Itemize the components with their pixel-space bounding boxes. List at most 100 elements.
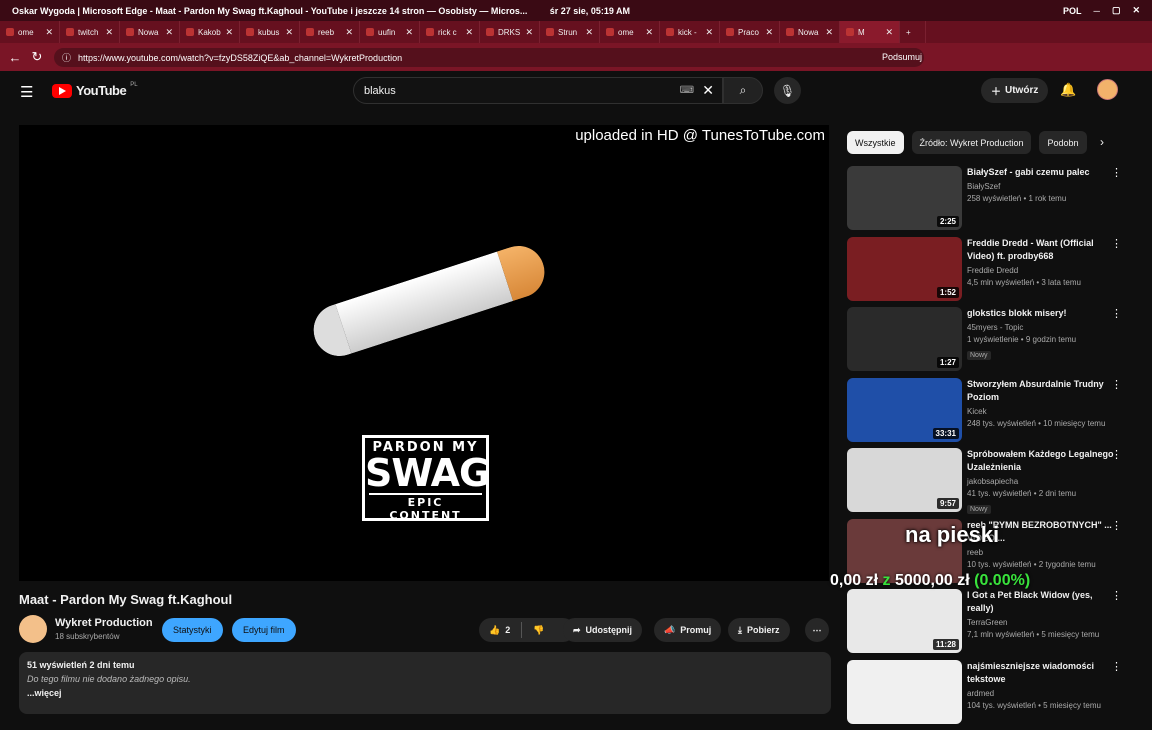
keyboard-icon[interactable]: ⌨ xyxy=(680,85,694,96)
tab-close-icon[interactable]: ✕ xyxy=(345,27,353,38)
browser-tab[interactable]: uufin✕ xyxy=(360,21,420,43)
dislike-icon[interactable]: 👎 xyxy=(533,625,544,636)
browser-tab[interactable]: reeb✕ xyxy=(300,21,360,43)
recommended-video[interactable]: 2:25 BiałySzef - gabi czemu palec BiałySze… xyxy=(847,166,1132,237)
like-icon[interactable]: 👍 xyxy=(489,625,500,636)
menu-icon[interactable]: ☰ xyxy=(20,83,33,101)
recommended-title[interactable]: najśmieszniejsze wiadomości tekstowe xyxy=(967,660,1117,686)
voice-search-button[interactable]: 🎙 xyxy=(774,77,801,104)
video-player[interactable]: uploaded in HD @ TunesToTube.com PARDON … xyxy=(19,125,829,581)
browser-tab[interactable]: M✕ xyxy=(840,21,900,43)
channel-name[interactable]: Wykret Production xyxy=(55,617,153,629)
tab-close-icon[interactable]: ✕ xyxy=(405,27,413,38)
description-box[interactable]: 51 wyświetleń 2 dni temu Do tego filmu n… xyxy=(19,652,831,714)
recommended-channel[interactable]: 45myers - Topic xyxy=(967,323,1117,332)
close-icon[interactable]: ✕ xyxy=(1132,5,1140,16)
browser-tab[interactable]: DRKS✕ xyxy=(480,21,540,43)
video-thumbnail[interactable]: 1:52 xyxy=(847,237,962,301)
channel-avatar[interactable] xyxy=(19,615,47,643)
tab-close-icon[interactable]: ✕ xyxy=(105,27,113,38)
account-avatar[interactable] xyxy=(1097,79,1118,100)
youtube-logo[interactable]: YouTube PL xyxy=(52,83,138,98)
clear-search-icon[interactable]: ✕ xyxy=(702,82,714,99)
recommended-meta: 248 tys. wyświetleń • 10 miesięcy temu xyxy=(967,419,1117,428)
summarize-button[interactable]: Podsumuj xyxy=(882,52,922,62)
tab-close-icon[interactable]: ✕ xyxy=(765,27,773,38)
recommended-channel[interactable]: TerraGreen xyxy=(967,618,1117,627)
recommended-channel[interactable]: BiałySzef xyxy=(967,182,1117,191)
new-tab-icon[interactable]: + xyxy=(900,21,926,43)
video-thumbnail[interactable]: 33:31 xyxy=(847,378,962,442)
browser-tab[interactable]: ome✕ xyxy=(600,21,660,43)
filter-chip[interactable]: Wszystkie xyxy=(847,131,904,154)
tab-close-icon[interactable]: ✕ xyxy=(165,27,173,38)
browser-tab[interactable]: ome✕ xyxy=(0,21,60,43)
more-options-icon[interactable]: ⋮ xyxy=(1111,237,1122,250)
recommended-video[interactable]: 9:57Spróbowałem Każdego Legalnego Uzależ… xyxy=(847,448,1132,519)
tab-close-icon[interactable]: ✕ xyxy=(825,27,833,38)
video-thumbnail[interactable] xyxy=(847,660,962,724)
browser-tab[interactable]: twitch✕ xyxy=(60,21,120,43)
share-button[interactable]: ➦Udostępnij xyxy=(563,618,642,642)
stats-button[interactable]: Statystyki xyxy=(162,618,223,642)
more-options-icon[interactable]: ⋮ xyxy=(1111,448,1122,461)
download-button[interactable]: ⤓Pobierz xyxy=(728,618,790,642)
recommended-title[interactable]: Freddie Dredd - Want (Official Video) ft… xyxy=(967,237,1117,263)
recommended-title[interactable]: Spróbowałem Każdego Legalnego Uzależnien… xyxy=(967,448,1117,474)
recommended-channel[interactable]: Freddie Dredd xyxy=(967,266,1117,275)
back-icon[interactable]: ← xyxy=(4,50,26,65)
browser-tab[interactable]: Nowa✕ xyxy=(780,21,840,43)
more-options-icon[interactable]: ⋮ xyxy=(1111,660,1122,673)
minimize-icon[interactable]: ─ xyxy=(1094,6,1100,16)
filter-chip[interactable]: Podobn xyxy=(1039,131,1086,154)
recommended-title[interactable]: BiałySzef - gabi czemu palec xyxy=(967,166,1117,179)
recommended-channel[interactable]: Kicek xyxy=(967,407,1117,416)
tab-close-icon[interactable]: ✕ xyxy=(285,27,293,38)
tab-close-icon[interactable]: ✕ xyxy=(465,27,473,38)
browser-tab[interactable]: rick c✕ xyxy=(420,21,480,43)
video-thumbnail[interactable]: 1:27 xyxy=(847,307,962,371)
create-button[interactable]: ＋Utwórz xyxy=(981,78,1048,103)
tab-close-icon[interactable]: ✕ xyxy=(225,27,233,38)
search-button[interactable]: ⌕ xyxy=(723,77,763,104)
tab-close-icon[interactable]: ✕ xyxy=(525,27,533,38)
recommended-video[interactable]: 33:31Stworzyłem Absurdalnie Trudny Pozio… xyxy=(847,378,1132,449)
browser-tab[interactable]: kick -✕ xyxy=(660,21,720,43)
like-count[interactable]: 2 xyxy=(505,625,510,635)
url-field[interactable]: ⓘ https://www.youtube.com/watch?v=fzyDS5… xyxy=(54,48,924,67)
promote-button[interactable]: 📣Promuj xyxy=(654,618,721,642)
recommended-title[interactable]: glokstics blokk misery! xyxy=(967,307,1117,320)
tab-close-icon[interactable]: ✕ xyxy=(645,27,653,38)
browser-tab[interactable]: Kakob✕ xyxy=(180,21,240,43)
more-options-icon[interactable]: ⋮ xyxy=(1111,166,1122,179)
video-thumbnail[interactable]: 9:57 xyxy=(847,448,962,512)
search-input[interactable]: blakus ⌨ ✕ xyxy=(353,77,723,104)
tab-close-icon[interactable]: ✕ xyxy=(705,27,713,38)
edit-video-button[interactable]: Edytuj film xyxy=(232,618,296,642)
language-indicator[interactable]: POL xyxy=(1063,6,1082,16)
notifications-bell-icon[interactable]: 🔔 xyxy=(1060,82,1076,98)
recommended-title[interactable]: Stworzyłem Absurdalnie Trudny Poziom xyxy=(967,378,1117,404)
chevron-right-icon[interactable]: › xyxy=(1100,135,1104,149)
site-info-icon[interactable]: ⓘ xyxy=(62,51,71,64)
video-thumbnail[interactable]: 2:25 xyxy=(847,166,962,230)
maximize-icon[interactable]: ▢ xyxy=(1112,5,1121,16)
more-options-icon[interactable]: ⋮ xyxy=(1111,307,1122,320)
recommended-video[interactable]: najśmieszniejsze wiadomości tekstowe ardm… xyxy=(847,660,1132,730)
more-options-icon[interactable]: ⋮ xyxy=(1111,378,1122,391)
tab-close-icon[interactable]: ✕ xyxy=(585,27,593,38)
show-more-link[interactable]: ...więcej xyxy=(27,688,823,698)
more-actions-button[interactable]: ⋯ xyxy=(805,618,829,642)
recommended-video[interactable]: 1:52Freddie Dredd - Want (Official Video… xyxy=(847,237,1132,308)
refresh-icon[interactable]: ↻ xyxy=(26,49,48,65)
recommended-video[interactable]: 1:27 glokstics blokk misery! 45myers - Top… xyxy=(847,307,1132,378)
tab-close-icon[interactable]: ✕ xyxy=(45,27,53,38)
browser-tab[interactable]: kubus✕ xyxy=(240,21,300,43)
browser-tab[interactable]: Strun✕ xyxy=(540,21,600,43)
filter-chip[interactable]: Źródło: Wykret Production xyxy=(912,131,1032,154)
browser-tab[interactable]: Nowa✕ xyxy=(120,21,180,43)
tab-close-icon[interactable]: ✕ xyxy=(885,27,893,38)
recommended-channel[interactable]: jakobsapiecha xyxy=(967,477,1117,486)
recommended-channel[interactable]: ardmed xyxy=(967,689,1117,698)
browser-tab[interactable]: Praco✕ xyxy=(720,21,780,43)
